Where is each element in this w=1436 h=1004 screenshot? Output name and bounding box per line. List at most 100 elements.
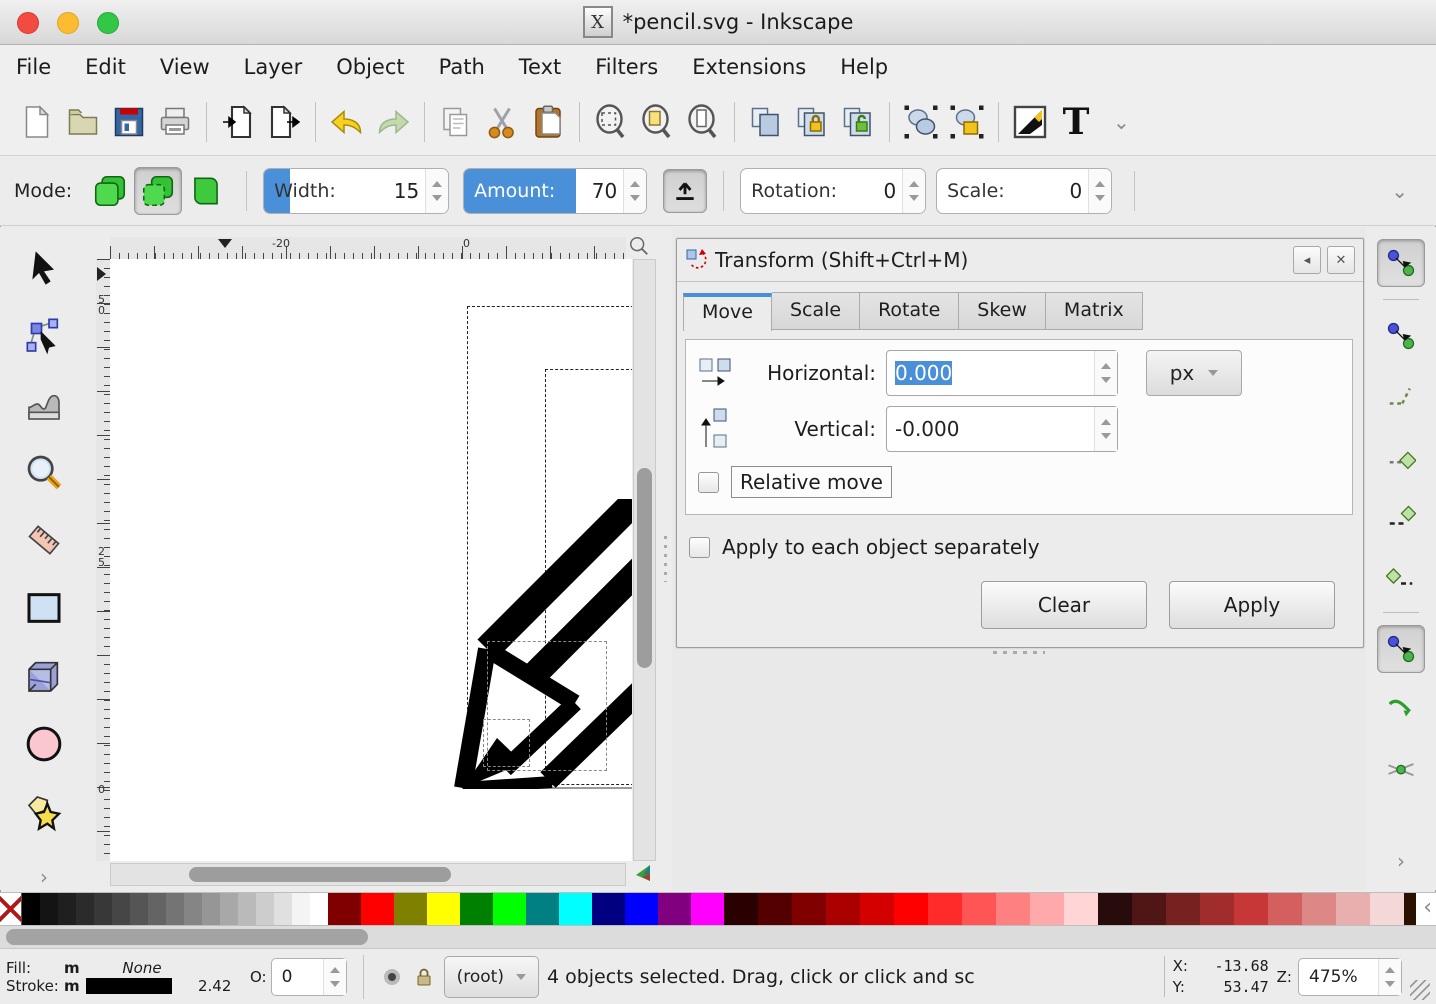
group-button[interactable] — [898, 99, 944, 145]
palette-swatch[interactable] — [559, 893, 592, 925]
tweak-mode-jitter-button[interactable] — [182, 167, 230, 215]
palette-swatch[interactable] — [625, 893, 658, 925]
relative-move-checkbox[interactable] — [698, 472, 719, 493]
opacity-spinner-arrows[interactable] — [323, 959, 346, 995]
vertical-input[interactable]: -0.000 — [886, 406, 1118, 452]
palette-swatch[interactable] — [202, 893, 220, 925]
palette-swatch[interactable] — [826, 893, 860, 925]
vertical-scrollbar[interactable] — [633, 259, 656, 861]
snap-bbox-centers-icon[interactable] — [1377, 552, 1425, 600]
menu-path[interactable]: Path — [439, 55, 485, 79]
palette-swatch[interactable] — [962, 893, 996, 925]
amount-spin-slider[interactable]: Amount: 70 — [463, 168, 647, 214]
cut-button[interactable] — [479, 99, 525, 145]
apply-button[interactable]: Apply — [1169, 581, 1335, 629]
menu-file[interactable]: File — [16, 55, 51, 79]
palette-swatch[interactable] — [238, 893, 256, 925]
palette-swatch[interactable] — [928, 893, 962, 925]
rotation-spinner-arrows[interactable] — [902, 169, 925, 213]
fill-stroke-indicator[interactable]: Fill: m None Stroke: m 2.42 — [6, 959, 242, 995]
palette-swatch[interactable] — [792, 893, 826, 925]
snapbar-overflow-chevron-icon[interactable]: › — [1397, 849, 1405, 873]
tweak-tool-button[interactable] — [21, 381, 67, 427]
unit-dropdown[interactable]: px — [1146, 350, 1242, 396]
palette-swatch[interactable] — [58, 893, 76, 925]
canvas-viewport[interactable] — [110, 259, 632, 861]
create-clone-button[interactable] — [789, 99, 835, 145]
palette-swatch[interactable] — [112, 893, 130, 925]
snap-to-paths-icon[interactable] — [1377, 685, 1425, 733]
tab-matrix[interactable]: Matrix — [1046, 292, 1143, 330]
palette-swatch[interactable] — [148, 893, 166, 925]
scale-spinner-arrows[interactable] — [1088, 169, 1111, 213]
stroke-color-swatch[interactable] — [86, 978, 172, 994]
apply-each-checkbox[interactable] — [689, 537, 710, 558]
palette-swatch[interactable] — [220, 893, 238, 925]
dock-splitter[interactable] — [658, 227, 672, 890]
palette-swatch[interactable] — [166, 893, 184, 925]
print-button[interactable] — [152, 99, 198, 145]
snap-path-intersections-icon[interactable] — [1377, 745, 1425, 793]
zoom-drawing-button[interactable] — [634, 99, 680, 145]
dock-resize-grip[interactable] — [672, 651, 1366, 654]
menu-extensions[interactable]: Extensions — [692, 55, 806, 79]
save-document-button[interactable] — [106, 99, 152, 145]
palette-swatch[interactable] — [94, 893, 112, 925]
tool-options-overflow-chevron-icon[interactable]: ⌄ — [1391, 179, 1408, 203]
snap-bbox-edge-midpoints-icon[interactable] — [1377, 492, 1425, 540]
zoom-tool-button[interactable] — [21, 449, 67, 495]
layer-dropdown[interactable]: (root) — [444, 956, 539, 998]
redo-button[interactable] — [370, 99, 416, 145]
palette-swatch[interactable] — [658, 893, 691, 925]
text-tool-button[interactable]: T — [1053, 99, 1099, 145]
palette-swatch[interactable] — [860, 893, 894, 925]
palette-swatch[interactable] — [1268, 893, 1302, 925]
palette-swatch[interactable] — [328, 893, 361, 925]
tab-move[interactable]: Move — [683, 293, 772, 331]
palette-swatch[interactable] — [691, 893, 724, 925]
dialog-close-button[interactable]: ✕ — [1327, 246, 1355, 274]
quick-zoom-icon[interactable] — [628, 235, 650, 261]
menu-filters[interactable]: Filters — [595, 55, 658, 79]
horizontal-ruler[interactable] — [110, 237, 626, 260]
palette-scroll-left-icon[interactable]: ‹ — [1423, 895, 1432, 920]
node-tool-button[interactable] — [21, 313, 67, 359]
opacity-input[interactable]: 0 — [271, 958, 347, 996]
palette-swatch[interactable] — [361, 893, 394, 925]
pressure-sensitivity-button[interactable] — [663, 169, 707, 213]
paste-button[interactable] — [525, 99, 571, 145]
palette-swatch[interactable] — [427, 893, 460, 925]
unlink-clone-button[interactable] — [835, 99, 881, 145]
palette-none-swatch[interactable] — [0, 893, 22, 925]
vertical-spinner-arrows[interactable] — [1094, 407, 1117, 451]
zoom-input[interactable]: 475% — [1298, 958, 1402, 996]
horizontal-input[interactable]: 0.000 — [886, 350, 1118, 396]
window-resize-grip[interactable] — [1410, 980, 1430, 1000]
palette-scrollbar-thumb[interactable] — [6, 929, 368, 945]
palette-swatch[interactable] — [292, 893, 310, 925]
snap-enable-button[interactable] — [1377, 239, 1425, 287]
tweak-mode-move-button[interactable] — [86, 167, 134, 215]
horizontal-spinner-arrows[interactable] — [1094, 351, 1117, 395]
import-button[interactable] — [215, 99, 261, 145]
palette-swatch[interactable] — [184, 893, 202, 925]
palette-swatch[interactable] — [256, 893, 274, 925]
palette-swatch[interactable] — [1200, 893, 1234, 925]
vertical-scrollbar-thumb[interactable] — [637, 468, 652, 668]
palette-swatch[interactable] — [592, 893, 625, 925]
zoom-selection-button[interactable] — [588, 99, 634, 145]
palette-swatch[interactable] — [310, 893, 328, 925]
zoom-spinner-arrows[interactable] — [1378, 959, 1401, 995]
rotation-spin-slider[interactable]: Rotation: 0 — [740, 168, 926, 214]
menu-help[interactable]: Help — [840, 55, 888, 79]
tab-skew[interactable]: Skew — [959, 292, 1046, 330]
palette-scrollbar[interactable] — [0, 926, 1436, 948]
palette-swatch[interactable] — [460, 893, 493, 925]
scale-spin-slider[interactable]: Scale: 0 — [936, 168, 1112, 214]
palette-swatch[interactable] — [1302, 893, 1336, 925]
selector-tool-button[interactable] — [21, 245, 67, 291]
export-button[interactable] — [261, 99, 307, 145]
palette-swatch[interactable] — [22, 893, 40, 925]
palette-swatch[interactable] — [996, 893, 1030, 925]
tab-rotate[interactable]: Rotate — [860, 292, 959, 330]
